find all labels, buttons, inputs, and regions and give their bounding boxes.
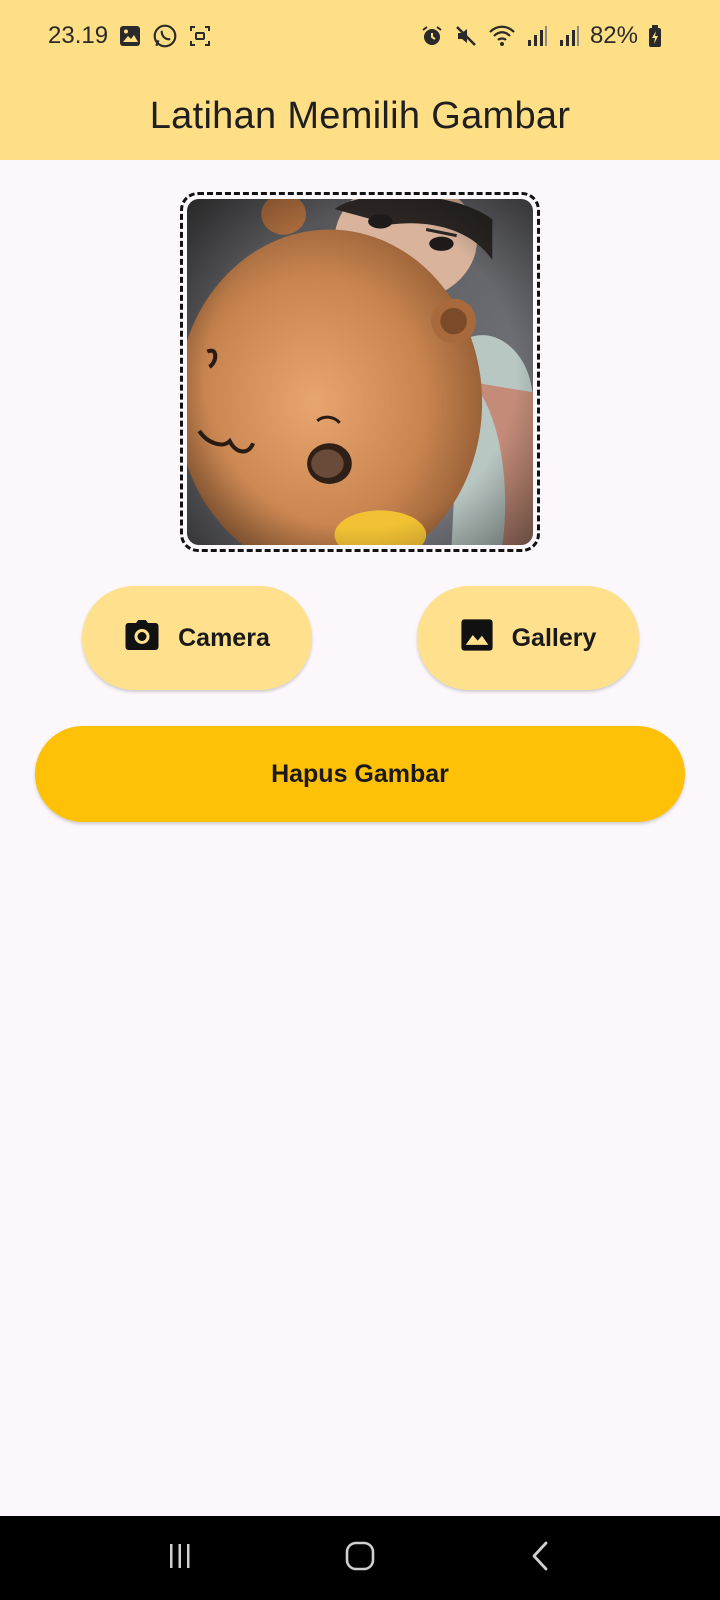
system-nav-bar xyxy=(0,1516,720,1600)
alarm-icon xyxy=(420,24,444,48)
recent-apps-button[interactable] xyxy=(150,1528,210,1588)
home-icon xyxy=(344,1540,376,1577)
gallery-icon xyxy=(460,618,494,659)
page-title: Latihan Memilih Gambar xyxy=(149,94,571,137)
wifi-icon xyxy=(488,24,516,48)
recent-apps-icon xyxy=(166,1542,194,1575)
mute-icon xyxy=(454,24,478,48)
signal-icon xyxy=(526,24,548,48)
camera-icon xyxy=(124,618,160,659)
status-time: 23.19 xyxy=(48,22,109,49)
home-button[interactable] xyxy=(330,1528,390,1588)
gallery-button[interactable]: Gallery xyxy=(417,586,639,690)
delete-image-button-label: Hapus Gambar xyxy=(271,759,449,788)
gallery-button-label: Gallery xyxy=(511,623,597,652)
status-left: 23.19 xyxy=(48,22,212,50)
back-button[interactable] xyxy=(510,1528,570,1588)
image-icon xyxy=(118,24,142,48)
status-bar: 23.19 82% xyxy=(0,0,720,72)
signal-icon-2 xyxy=(558,24,580,48)
screen-record-icon xyxy=(188,24,212,48)
app-bar: Latihan Memilih Gambar xyxy=(0,72,720,160)
selected-photo xyxy=(187,199,533,545)
whatsapp-icon xyxy=(152,23,178,49)
camera-button-label: Camera xyxy=(178,623,270,652)
battery-percent: 82% xyxy=(589,22,638,49)
delete-image-button[interactable]: Hapus Gambar xyxy=(35,726,685,822)
battery-icon xyxy=(648,24,662,48)
status-right: 82% xyxy=(420,22,662,50)
image-preview-frame xyxy=(180,192,540,552)
back-icon xyxy=(528,1540,552,1577)
camera-button[interactable]: Camera xyxy=(82,586,312,690)
